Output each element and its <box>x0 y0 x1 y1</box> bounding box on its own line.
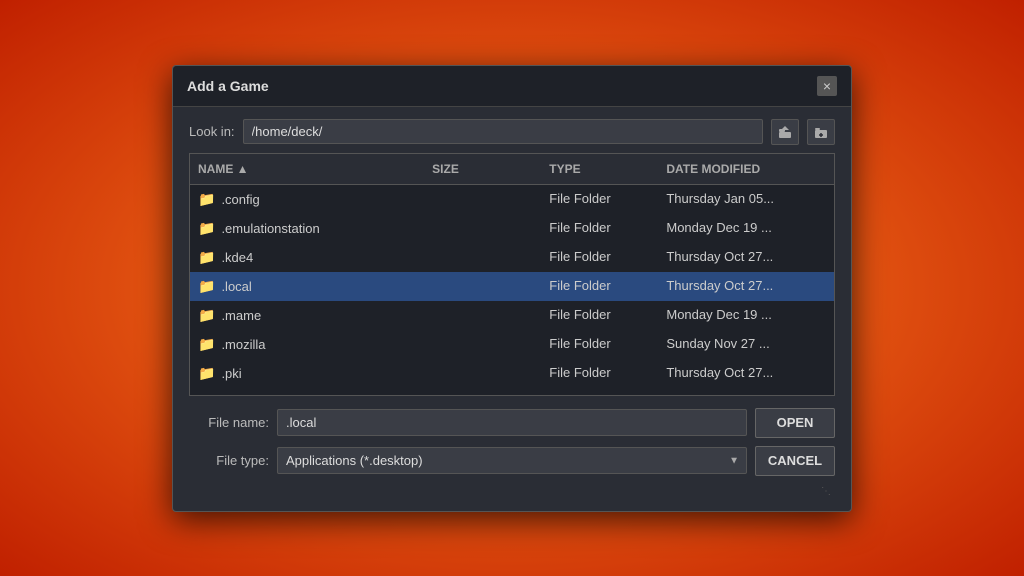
bottom-area: File name: OPEN File type: Applications … <box>189 404 835 476</box>
new-folder-button[interactable] <box>807 119 835 145</box>
lookin-label: Look in: <box>189 124 235 139</box>
lookin-row: Look in: <box>189 119 835 145</box>
filename-row: File name: OPEN <box>189 408 835 438</box>
close-button[interactable]: × <box>817 76 837 96</box>
table-row[interactable]: 📁 .mame File Folder Monday Dec 19 ... <box>190 301 834 330</box>
column-type[interactable]: TYPE <box>541 158 658 180</box>
file-type: File Folder <box>541 187 658 212</box>
file-size <box>424 332 541 357</box>
file-list-body[interactable]: 📁 .config File Folder Thursday Jan 05...… <box>190 185 834 395</box>
add-game-dialog: Add a Game × Look in: <box>172 65 852 512</box>
folder-icon: 📁 <box>198 249 215 266</box>
table-row[interactable]: 📁 .mozilla File Folder Sunday Nov 27 ... <box>190 330 834 359</box>
file-list-container: NAME ▲ SIZE TYPE DATE MODIFIED 📁 .config… <box>189 153 835 396</box>
file-date: Thursday Jan 05... <box>658 187 834 212</box>
filetype-select[interactable]: Applications (*.desktop)All Files (*) <box>277 447 747 474</box>
filetype-row: File type: Applications (*.desktop)All F… <box>189 446 835 476</box>
file-size <box>424 303 541 328</box>
file-name: 📁 .mame <box>190 303 424 328</box>
file-date: Sunday Nov 27 ... <box>658 332 834 357</box>
file-type: File Folder <box>541 274 658 299</box>
file-size <box>424 274 541 299</box>
filename-input[interactable] <box>277 409 747 436</box>
folder-icon: 📁 <box>198 394 215 395</box>
lookin-input[interactable] <box>243 119 763 144</box>
folder-icon: 📁 <box>198 278 215 295</box>
file-size <box>424 245 541 270</box>
open-button[interactable]: OPEN <box>755 408 835 438</box>
dialog-body: Look in: NAME ▲ <box>173 107 851 511</box>
dialog-title: Add a Game <box>187 78 269 94</box>
table-row[interactable]: 📁 .steam File Folder Thursday Jan 05... <box>190 388 834 395</box>
file-name: 📁 .emulationstation <box>190 216 424 241</box>
file-name: 📁 .mozilla <box>190 332 424 357</box>
file-size <box>424 216 541 241</box>
file-type: File Folder <box>541 390 658 395</box>
file-type: File Folder <box>541 361 658 386</box>
file-name: 📁 .kde4 <box>190 245 424 270</box>
table-row[interactable]: 📁 .emulationstation File Folder Monday D… <box>190 214 834 243</box>
table-row[interactable]: 📁 .local File Folder Thursday Oct 27... <box>190 272 834 301</box>
file-type: File Folder <box>541 245 658 270</box>
file-name: 📁 .local <box>190 274 424 299</box>
file-name: 📁 .config <box>190 187 424 212</box>
file-date: Thursday Oct 27... <box>658 361 834 386</box>
file-size <box>424 361 541 386</box>
folder-icon: 📁 <box>198 220 215 237</box>
table-row[interactable]: 📁 .config File Folder Thursday Jan 05... <box>190 185 834 214</box>
column-name[interactable]: NAME ▲ <box>190 158 424 180</box>
table-row[interactable]: 📁 .pki File Folder Thursday Oct 27... <box>190 359 834 388</box>
resize-handle[interactable]: ⋱ <box>189 484 835 499</box>
file-date: Thursday Jan 05... <box>658 390 834 395</box>
file-date: Monday Dec 19 ... <box>658 303 834 328</box>
column-date[interactable]: DATE MODIFIED <box>658 158 834 180</box>
column-size[interactable]: SIZE <box>424 158 541 180</box>
file-date: Thursday Oct 27... <box>658 274 834 299</box>
folder-icon: 📁 <box>198 336 215 353</box>
file-size <box>424 390 541 395</box>
up-folder-button[interactable] <box>771 119 799 145</box>
file-type: File Folder <box>541 303 658 328</box>
folder-icon: 📁 <box>198 191 215 208</box>
titlebar: Add a Game × <box>173 66 851 107</box>
file-date: Thursday Oct 27... <box>658 245 834 270</box>
file-date: Monday Dec 19 ... <box>658 216 834 241</box>
cancel-button[interactable]: CANCEL <box>755 446 835 476</box>
filetype-label: File type: <box>189 453 269 468</box>
file-type: File Folder <box>541 216 658 241</box>
file-size <box>424 187 541 212</box>
file-name: 📁 .pki <box>190 361 424 386</box>
filename-label: File name: <box>189 415 269 430</box>
folder-icon: 📁 <box>198 307 215 324</box>
file-type: File Folder <box>541 332 658 357</box>
file-name: 📁 .steam <box>190 390 424 395</box>
table-row[interactable]: 📁 .kde4 File Folder Thursday Oct 27... <box>190 243 834 272</box>
file-list-header: NAME ▲ SIZE TYPE DATE MODIFIED <box>190 154 834 185</box>
folder-icon: 📁 <box>198 365 215 382</box>
filetype-select-wrapper: Applications (*.desktop)All Files (*) <box>277 447 747 474</box>
